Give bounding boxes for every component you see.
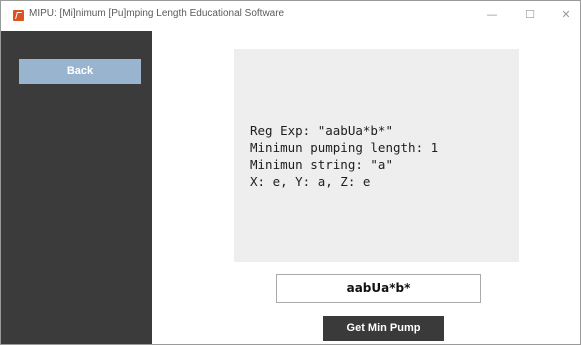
minimize-button[interactable]: — <box>479 5 505 25</box>
regex-input[interactable]: aabUa*b* <box>276 274 481 303</box>
result-panel: Reg Exp: "aabUa*b*" Minimun pumping leng… <box>234 49 519 262</box>
app-window: MIPU: [Mi]nimum [Pu]mping Length Educati… <box>0 0 581 345</box>
close-button[interactable]: ✕ <box>553 5 579 25</box>
result-xyz-line: X: e, Y: a, Z: e <box>250 174 371 189</box>
back-button[interactable]: Back <box>19 59 141 84</box>
sidebar: Back <box>1 31 152 344</box>
result-min-string-line: Minimun string: "a" <box>250 157 393 172</box>
result-text: Reg Exp: "aabUa*b*" Minimun pumping leng… <box>250 122 438 190</box>
result-regex-line: Reg Exp: "aabUa*b*" <box>250 123 393 138</box>
maximize-button[interactable]: ☐ <box>517 5 543 25</box>
title-bar: MIPU: [Mi]nimum [Pu]mping Length Educati… <box>1 1 580 31</box>
window-title: MIPU: [Mi]nimum [Pu]mping Length Educati… <box>29 8 285 19</box>
get-min-pump-button[interactable]: Get Min Pump <box>323 316 444 341</box>
result-pumping-length-line: Minimun pumping length: 1 <box>250 140 439 155</box>
app-logo-icon <box>13 10 24 21</box>
